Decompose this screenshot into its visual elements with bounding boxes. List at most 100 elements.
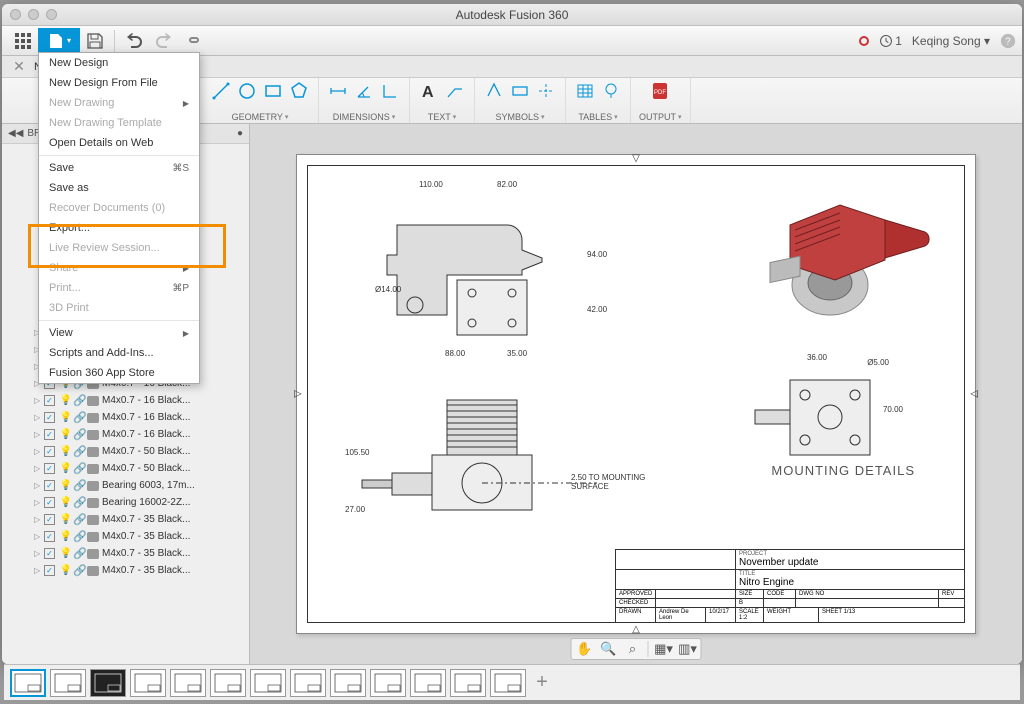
menu-scripts[interactable]: Scripts and Add-Ins...: [39, 343, 199, 363]
angle-dim-tool[interactable]: [353, 80, 375, 102]
polygon-tool[interactable]: [288, 80, 310, 102]
menu-app-store[interactable]: Fusion 360 App Store: [39, 363, 199, 383]
sheet-tab[interactable]: [170, 669, 206, 697]
sheet-tab[interactable]: [450, 669, 486, 697]
centerline-tool[interactable]: [535, 80, 557, 102]
menu-export[interactable]: Export...: [39, 218, 199, 238]
ribbon-group-geometry: GEOMETRY: [202, 78, 319, 123]
engine-side-view: [337, 385, 597, 555]
display-settings-button[interactable]: ▦▾: [655, 640, 673, 658]
menu-new-design-from-file[interactable]: New Design From File: [39, 73, 199, 93]
ribbon-label-dimensions[interactable]: DIMENSIONS: [333, 112, 396, 122]
rect-tool[interactable]: [262, 80, 284, 102]
user-menu[interactable]: Keqing Song ▾: [912, 34, 990, 48]
project-name: November update: [739, 557, 961, 568]
ribbon-label-tables[interactable]: TABLES: [578, 112, 617, 122]
browser-node[interactable]: ▷✓💡🔗M4x0.7 - 35 Black...: [2, 511, 249, 528]
app-title: Autodesk Fusion 360: [2, 8, 1022, 22]
text-tool[interactable]: A: [418, 80, 440, 102]
line-tool[interactable]: [210, 80, 232, 102]
sheet-tab[interactable]: [10, 669, 46, 697]
browser-node[interactable]: ▷✓💡🔗M4x0.7 - 35 Black...: [2, 545, 249, 562]
leader-tool[interactable]: [444, 80, 466, 102]
browser-node[interactable]: ▷✓💡🔗M4x0.7 - 35 Black...: [2, 562, 249, 579]
grid-apps-button[interactable]: [8, 28, 38, 54]
menu-live-review[interactable]: Live Review Session...: [39, 238, 199, 258]
drawing-canvas[interactable]: ▽ △ ▷ ◁ 110.00 82.00 94.00 42.00 88.00 3…: [250, 124, 1022, 664]
dim: Ø5.00: [867, 358, 889, 367]
sheet-tab[interactable]: [410, 669, 446, 697]
menu-save[interactable]: Save⌘S: [39, 158, 199, 178]
browser-node[interactable]: ▷✓💡🔗M4x0.7 - 16 Black...: [2, 392, 249, 409]
menu-view[interactable]: View▶: [39, 323, 199, 343]
browser-node[interactable]: ▷✓💡🔗M4x0.7 - 16 Black...: [2, 409, 249, 426]
help-icon[interactable]: ?: [1000, 33, 1016, 49]
save-button[interactable]: [80, 28, 110, 54]
clock-icon: [879, 34, 893, 48]
sheet-tab[interactable]: [90, 669, 126, 697]
table-tool[interactable]: [574, 80, 596, 102]
ribbon-label-symbols[interactable]: SYMBOLS: [495, 112, 544, 122]
dim: 88.00: [445, 349, 465, 358]
menu-save-as[interactable]: Save as: [39, 178, 199, 198]
gdt-tool[interactable]: [509, 80, 531, 102]
sheet-tab[interactable]: [130, 669, 166, 697]
minimize-window-button[interactable]: [28, 9, 39, 20]
sheet-tab-strip: +: [4, 664, 1020, 700]
browser-node[interactable]: ▷✓💡🔗Bearing 16002-2Z...: [2, 494, 249, 511]
ribbon-label-output[interactable]: OUTPUT: [639, 112, 682, 122]
record-icon[interactable]: [859, 36, 869, 46]
zoom-button[interactable]: 🔍: [600, 640, 618, 658]
menu-open-details[interactable]: Open Details on Web: [39, 133, 199, 153]
history-button[interactable]: 1: [879, 34, 902, 48]
menu-new-design[interactable]: New Design: [39, 53, 199, 73]
zoom-window-button[interactable]: [46, 9, 57, 20]
dim: 35.00: [507, 349, 527, 358]
menu-3d-print[interactable]: 3D Print: [39, 298, 199, 318]
file-menu-button[interactable]: ▾: [38, 28, 80, 54]
window-controls: [2, 9, 57, 20]
browser-node[interactable]: ▷✓💡🔗M4x0.7 - 50 Black...: [2, 443, 249, 460]
ribbon-label-text[interactable]: TEXT: [428, 112, 457, 122]
menu-new-drawing-template[interactable]: New Drawing Template: [39, 113, 199, 133]
tab-close-button[interactable]: ✕: [12, 60, 26, 74]
browser-node[interactable]: ▷✓💡🔗M4x0.7 - 35 Black...: [2, 528, 249, 545]
dim: Ø14.00: [375, 285, 401, 294]
balloon-tool[interactable]: [600, 80, 622, 102]
ribbon-group-dimensions: DIMENSIONS: [319, 78, 410, 123]
menu-share[interactable]: Share▶: [39, 258, 199, 278]
sheet-tab[interactable]: [330, 669, 366, 697]
surface-finish-tool[interactable]: [483, 80, 505, 102]
browser-node[interactable]: ▷✓💡🔗Bearing 6003, 17m...: [2, 477, 249, 494]
browser-node[interactable]: ▷✓💡🔗M4x0.7 - 16 Black...: [2, 426, 249, 443]
ribbon-label-geometry[interactable]: GEOMETRY: [232, 112, 289, 122]
dim: 70.00: [883, 405, 903, 414]
sheet-tab[interactable]: [210, 669, 246, 697]
menu-new-drawing[interactable]: New Drawing▶: [39, 93, 199, 113]
layout-button[interactable]: ▥▾: [679, 640, 697, 658]
pan-button[interactable]: ✋: [576, 640, 594, 658]
pdf-output-tool[interactable]: PDF: [649, 80, 671, 102]
redo-button[interactable]: [149, 28, 179, 54]
link-icon: [185, 32, 203, 50]
mounting-detail-view: [745, 355, 905, 475]
close-window-button[interactable]: [10, 9, 21, 20]
zoom-window-button[interactable]: ⌕: [624, 640, 642, 658]
undo-button[interactable]: [119, 28, 149, 54]
menu-print[interactable]: Print...⌘P: [39, 278, 199, 298]
sheet-tab[interactable]: [370, 669, 406, 697]
sheet-tab[interactable]: [50, 669, 86, 697]
browser-pin-button[interactable]: ●: [237, 128, 243, 139]
share-link-button[interactable]: [179, 28, 209, 54]
sheet-tab[interactable]: [250, 669, 286, 697]
ribbon-group-tables: TABLES: [566, 78, 631, 123]
browser-node[interactable]: ▷✓💡🔗M4x0.7 - 50 Black...: [2, 460, 249, 477]
svg-text:PDF: PDF: [654, 90, 666, 96]
ordinate-dim-tool[interactable]: [379, 80, 401, 102]
linear-dim-tool[interactable]: [327, 80, 349, 102]
circle-tool[interactable]: [236, 80, 258, 102]
sheet-tab[interactable]: [490, 669, 526, 697]
menu-recover[interactable]: Recover Documents (0): [39, 198, 199, 218]
sheet-tab[interactable]: [290, 669, 326, 697]
add-sheet-button[interactable]: +: [530, 671, 554, 695]
